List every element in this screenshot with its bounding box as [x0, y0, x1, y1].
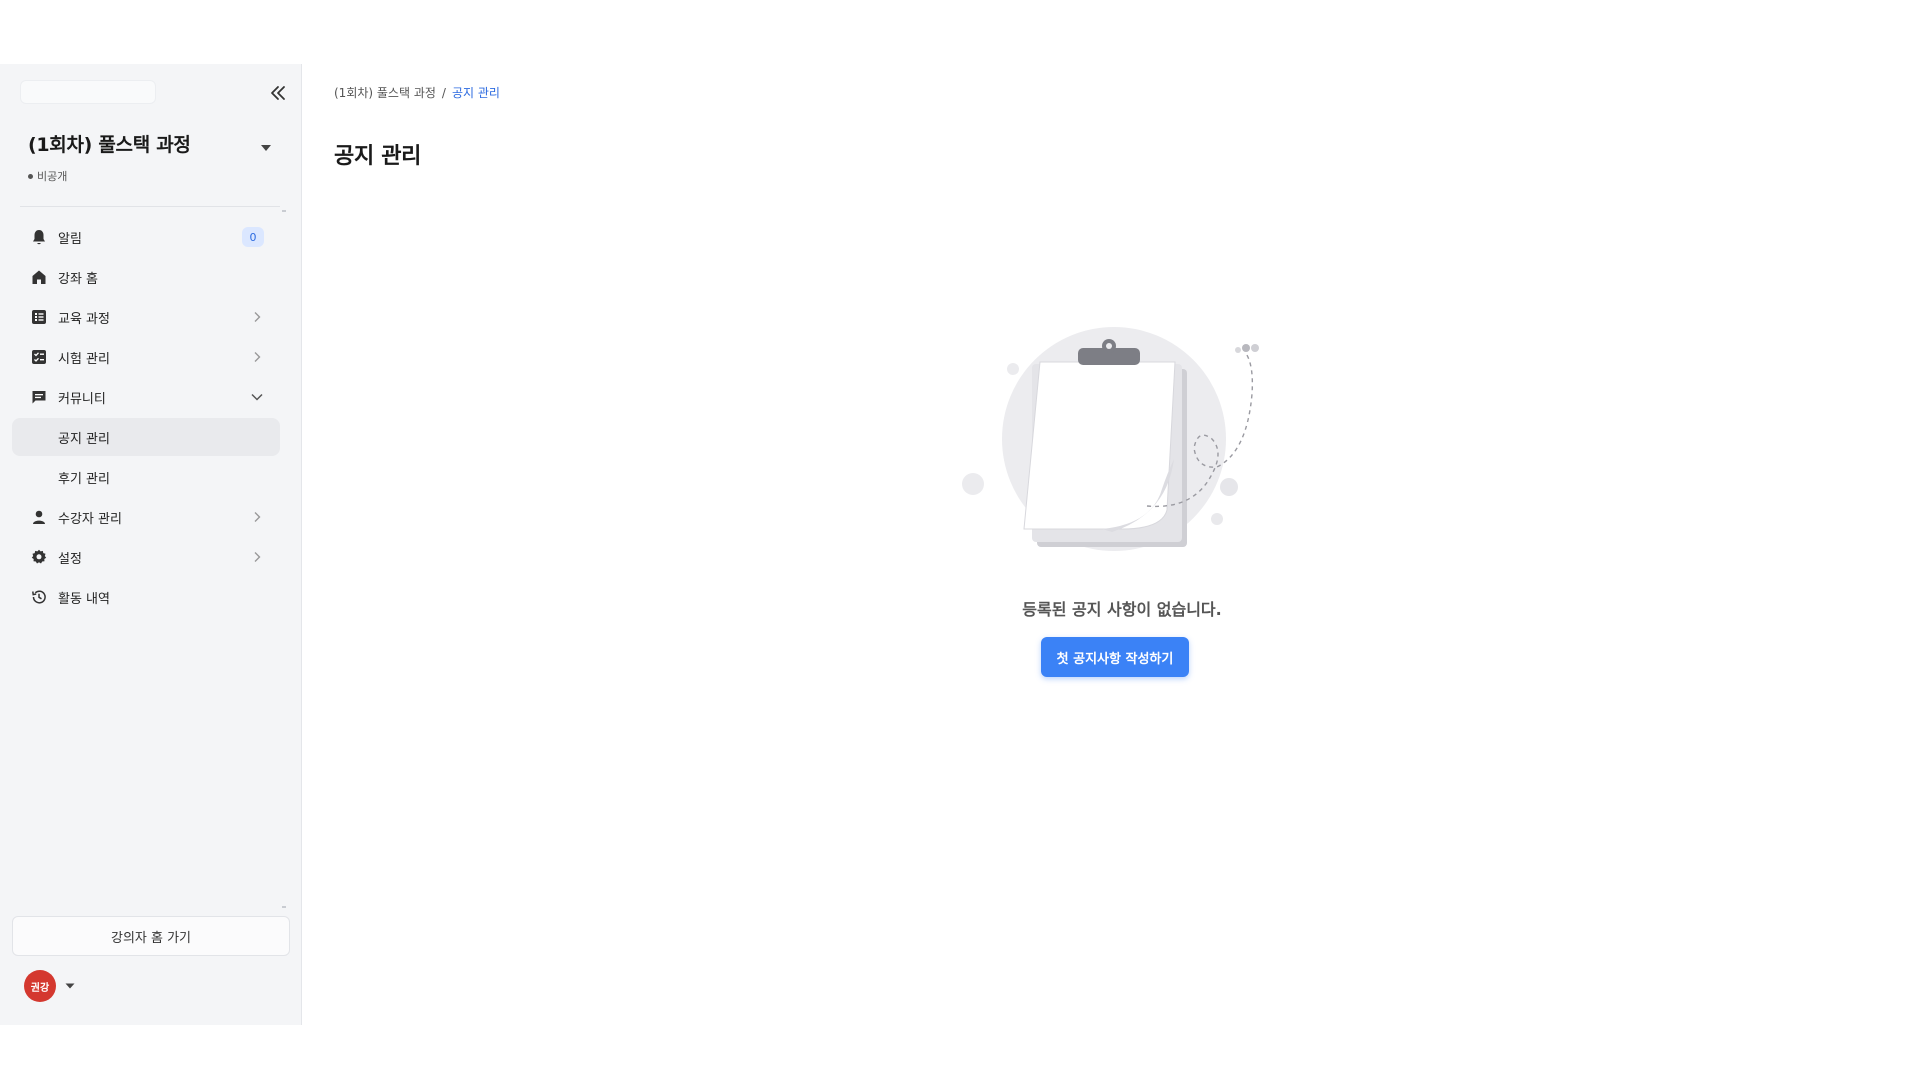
alerts-count-badge: 0 [242, 227, 264, 247]
avatar: 권강 [24, 970, 56, 1002]
user-menu[interactable]: 권강 [24, 970, 76, 1002]
sidebar-divider [20, 206, 280, 207]
sidebar-item-label: 강좌 홈 [58, 271, 99, 287]
sidebar-item-alerts[interactable]: 알림 0 [12, 218, 280, 256]
sidebar-item-students[interactable]: 수강자 관리 [12, 498, 280, 536]
scroll-indicator-bottom [282, 906, 286, 908]
sidebar-item-settings[interactable]: 설정 [12, 538, 280, 576]
chevron-right-icon [250, 350, 264, 364]
sidebar-item-review-management[interactable]: 후기 관리 [12, 458, 280, 496]
empty-clipboard-illustration [962, 327, 1259, 551]
chevron-down-icon [250, 390, 264, 404]
sidebar-item-label: 알림 [58, 231, 82, 247]
write-first-notice-button[interactable]: 첫 공지사항 작성하기 [1041, 637, 1189, 677]
breadcrumb: (1회차) 풀스택 과정 / 공지 관리 [334, 84, 500, 101]
double-chevron-left-icon [271, 86, 285, 100]
checklist-icon [30, 348, 48, 366]
collapse-sidebar-button[interactable] [266, 82, 290, 104]
empty-state-message: 등록된 공지 사항이 없습니다. [1022, 600, 1222, 619]
app-shell: (1회차) 풀스택 과정 비공개 알림 0 강좌 홈 교육 과정 시험 관리 커… [0, 64, 1920, 1025]
sidebar-item-label: 공지 관리 [58, 431, 110, 447]
list-box-icon [30, 308, 48, 326]
breadcrumb-parent[interactable]: (1회차) 풀스택 과정 [334, 84, 436, 101]
sidebar-item-label: 시험 관리 [58, 351, 110, 367]
main-content: (1회차) 풀스택 과정 / 공지 관리 공지 관리 등록된 공지 사항이 없습… [302, 64, 1920, 1025]
visibility-status: 비공개 [28, 168, 67, 184]
sidebar-item-label: 수강자 관리 [58, 511, 122, 527]
sidebar-item-label: 후기 관리 [58, 471, 110, 487]
page-title: 공지 관리 [334, 144, 422, 169]
sidebar-nav: 알림 0 강좌 홈 교육 과정 시험 관리 커뮤니티 공지 관리 후기 관리 수… [12, 218, 280, 618]
chat-bubble-icon [30, 388, 48, 406]
sidebar-item-activity-history[interactable]: 활동 내역 [12, 578, 280, 616]
sidebar-item-course-home[interactable]: 강좌 홈 [12, 258, 280, 296]
sidebar: (1회차) 풀스택 과정 비공개 알림 0 강좌 홈 교육 과정 시험 관리 커… [0, 64, 302, 1025]
sidebar-item-label: 커뮤니티 [58, 391, 106, 407]
scroll-indicator-top [282, 210, 286, 212]
course-switch-caret-icon[interactable] [258, 139, 274, 151]
sidebar-item-label: 교육 과정 [58, 311, 110, 327]
gear-icon [30, 548, 48, 566]
caret-down-icon [65, 983, 75, 989]
person-icon [30, 508, 48, 526]
sidebar-item-community[interactable]: 커뮤니티 [12, 378, 280, 416]
chevron-right-icon [250, 510, 264, 524]
sidebar-search-box[interactable] [20, 80, 156, 104]
instructor-home-button[interactable]: 강의자 홈 가기 [12, 916, 290, 956]
breadcrumb-separator: / [441, 85, 446, 100]
sidebar-item-exam[interactable]: 시험 관리 [12, 338, 280, 376]
history-icon [30, 588, 48, 606]
breadcrumb-current: 공지 관리 [451, 86, 500, 100]
bell-icon [30, 228, 48, 246]
course-title: (1회차) 풀스택 과정 [28, 134, 191, 156]
sidebar-item-label: 활동 내역 [58, 591, 110, 607]
sidebar-item-curriculum[interactable]: 교육 과정 [12, 298, 280, 336]
sidebar-item-notice-management[interactable]: 공지 관리 [12, 418, 280, 456]
visibility-label: 비공개 [37, 170, 68, 183]
home-icon [30, 268, 48, 286]
chevron-right-icon [250, 310, 264, 324]
sidebar-item-label: 설정 [58, 551, 82, 567]
status-dot-icon [28, 173, 33, 179]
chevron-right-icon [250, 550, 264, 564]
